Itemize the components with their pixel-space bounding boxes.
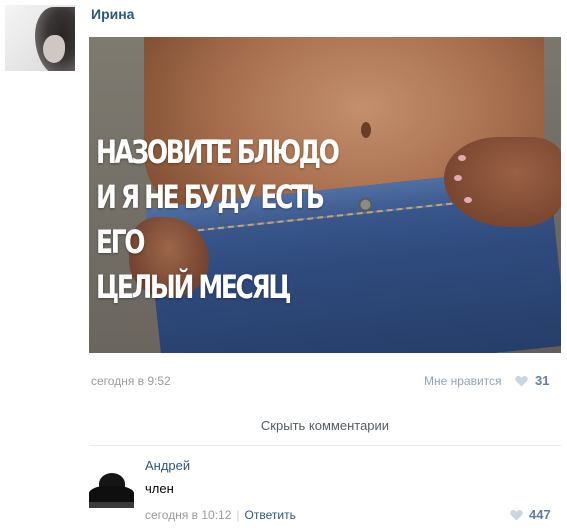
comment-heart-icon[interactable] xyxy=(510,509,523,521)
comment-author-avatar[interactable] xyxy=(89,458,134,508)
post-author-name[interactable]: Ирина xyxy=(91,6,134,22)
image-caption-text: НАЗОВИТЕ БЛЮДО И Я НЕ БУДУ ЕСТЬ ЕГО ЦЕЛЫ… xyxy=(96,133,340,306)
comment-text: член xyxy=(145,481,174,496)
post-date[interactable]: сегодня в 9:52 xyxy=(91,374,171,388)
image-nail xyxy=(454,175,462,181)
reply-link[interactable]: Ответить xyxy=(245,508,296,522)
avatar-face-shape xyxy=(43,35,65,63)
comments-divider xyxy=(89,445,561,446)
image-navel xyxy=(361,122,371,138)
post-like-label[interactable]: Мне нравится xyxy=(424,374,502,388)
comment-author-name[interactable]: Андрей xyxy=(145,458,190,473)
hide-comments-link[interactable]: Скрыть комментарии xyxy=(89,418,561,433)
post-like-count[interactable]: 31 xyxy=(535,373,549,388)
heart-icon[interactable] xyxy=(515,375,528,387)
comment-meta: сегодня в 10:12 | Ответить xyxy=(145,508,296,522)
comment-meta-separator: | xyxy=(236,508,240,522)
comment-date[interactable]: сегодня в 10:12 xyxy=(145,508,231,522)
image-nail xyxy=(458,155,466,161)
comment-like-count[interactable]: 447 xyxy=(529,507,551,522)
author-avatar[interactable] xyxy=(5,5,75,71)
avatar-ground xyxy=(89,502,134,508)
image-nail xyxy=(464,197,472,203)
